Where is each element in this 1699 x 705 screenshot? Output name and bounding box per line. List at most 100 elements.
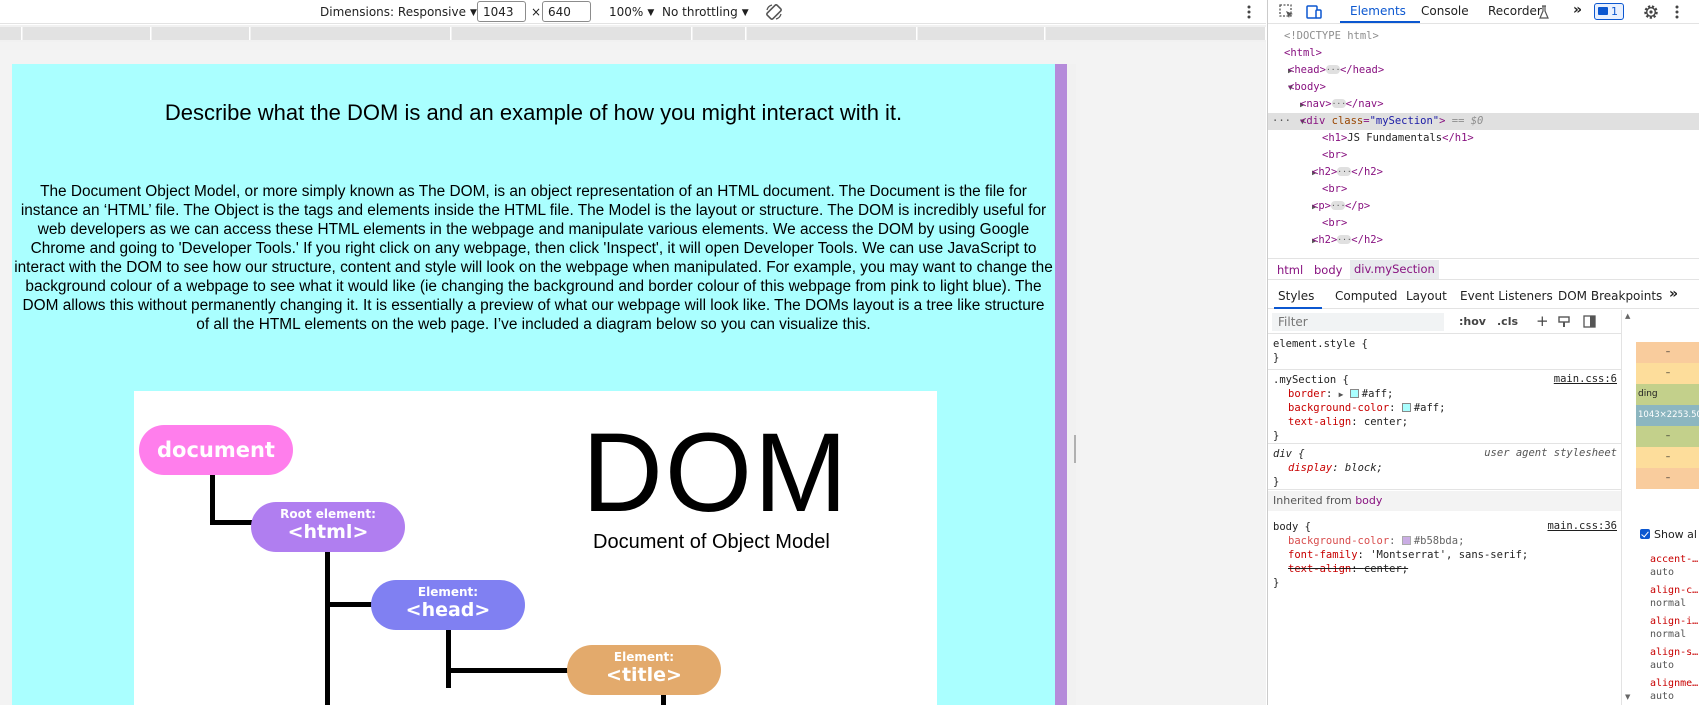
declaration-body-background-color[interactable]: background-color: #b58bda; [1288,534,1464,548]
more-tabs-button[interactable]: » [1669,286,1678,302]
source-link-main-css-36[interactable]: main.css:36 [1547,520,1617,532]
ruler-segment[interactable] [23,27,151,40]
height-input[interactable] [542,1,591,22]
computed-prop[interactable]: align-s… auto [1650,646,1698,672]
rule-div-user-agent[interactable]: div { user agent stylesheet display: blo… [1268,445,1621,490]
inspect-element-icon[interactable] [1278,3,1296,21]
tab-event-listeners[interactable]: Event Listeners [1460,289,1553,303]
tree-node-body[interactable]: ▼<body> [1268,79,1699,96]
declaration-display[interactable]: display: block; [1288,461,1383,475]
ellipsis-icon[interactable]: ··· [1337,167,1352,176]
selector-element-style[interactable]: element.style { [1273,337,1368,351]
tree-node-br[interactable]: <br> [1268,215,1699,232]
box-model-border-top[interactable]: – [1636,363,1699,384]
ruler-segment[interactable] [918,27,1045,40]
tab-dom-breakpoints[interactable]: DOM Breakpoints [1558,289,1662,303]
paint-brush-icon[interactable] [1558,316,1570,328]
styles-scrollbar[interactable]: ▲ ▼ [1621,310,1635,705]
more-options-icon[interactable] [1244,3,1254,21]
resize-handle[interactable] [1074,435,1076,463]
tab-computed[interactable]: Computed [1335,289,1397,303]
source-link-main-css-6[interactable]: main.css:6 [1554,373,1617,385]
declaration-text-align[interactable]: text-align: center; [1288,415,1408,429]
collapse-triangle-icon[interactable]: ▼ [1268,79,1293,96]
computed-prop[interactable]: align-c… normal [1650,584,1698,610]
expand-triangle-icon[interactable]: ▶ [1268,164,1317,181]
inherited-from-link[interactable]: body [1355,494,1382,507]
selector-body[interactable]: body { [1273,520,1311,534]
selector-mysection[interactable]: .mySection { [1273,373,1349,387]
show-all-checkbox[interactable]: Show al [1640,528,1697,541]
box-model-padding-bottom[interactable]: – [1636,426,1699,447]
tab-styles[interactable]: Styles [1278,289,1314,303]
hover-state-button[interactable]: :hov [1459,315,1486,328]
tree-node-nav[interactable]: ▶<nav>···</nav> [1268,96,1699,113]
color-swatch[interactable] [1401,403,1411,412]
throttling-dropdown[interactable]: No throttling ▼ [662,5,749,19]
breadcrumb-body[interactable]: body [1314,263,1342,277]
expand-triangle-icon[interactable]: ▶ [1268,232,1317,249]
ellipsis-icon[interactable]: ··· [1331,99,1346,108]
selector-div[interactable]: div { [1273,447,1305,461]
width-input[interactable] [477,1,526,22]
tab-recorder[interactable]: Recorder [1488,4,1542,18]
sidebar-toggle-icon[interactable] [1583,315,1596,328]
color-swatch[interactable] [1349,389,1359,398]
box-model-content-size[interactable]: 1043×2253.500 [1636,405,1699,426]
computed-prop[interactable]: accent-… auto [1650,553,1698,579]
device-toolbar-icon[interactable] [1305,3,1323,21]
box-model-margin-bottom[interactable]: – [1636,468,1699,489]
settings-gear-icon[interactable] [1642,3,1660,21]
expand-triangle-icon[interactable]: ▶ [1268,96,1305,113]
box-model-border-bottom[interactable]: – [1636,447,1699,468]
ruler-segment[interactable] [152,27,250,40]
filter-input[interactable] [1272,313,1444,331]
ruler-segment[interactable] [452,27,692,40]
page-scrollbar[interactable] [1067,64,1076,705]
computed-prop[interactable]: align-i… normal [1650,615,1698,641]
color-swatch[interactable] [1401,536,1411,545]
tree-node-div-selected[interactable]: ··· ▼<div class="mySection"> == $0 [1268,113,1699,130]
tab-elements[interactable]: Elements [1350,4,1406,18]
ruler-segment[interactable] [0,27,22,40]
tab-layout[interactable]: Layout [1406,289,1447,303]
declaration-body-text-align-overridden[interactable]: text-align: center; [1288,562,1408,576]
issues-badge[interactable]: 1 [1594,3,1624,20]
tree-node-h2[interactable]: ▶<h2>···</h2> [1268,164,1699,181]
tree-node-br[interactable]: <br> [1268,181,1699,198]
tree-node-head[interactable]: ▶<head>···</head> [1268,62,1699,79]
ellipsis-icon[interactable]: ··· [1325,65,1340,74]
declaration-background-color[interactable]: background-color: #aff; [1288,401,1445,415]
tab-console[interactable]: Console [1421,4,1469,18]
expand-triangle-icon[interactable]: ▶ [1268,62,1293,79]
declaration-font-family[interactable]: font-family: 'Montserrat', sans-serif; [1288,548,1528,562]
new-rule-plus-icon[interactable]: + [1536,312,1549,330]
media-query-ruler[interactable] [0,25,1266,42]
scroll-up-icon[interactable]: ▲ [1625,312,1630,320]
row-ellipsis-icon[interactable]: ··· [1272,113,1291,130]
expand-triangle-icon[interactable]: ▶ [1268,198,1317,215]
checkbox-checked-icon[interactable] [1640,529,1650,539]
tree-node-h2[interactable]: ▶<h2>···</h2> [1268,232,1699,249]
dimensions-dropdown[interactable]: Dimensions: Responsive ▼ [320,5,477,19]
breadcrumb-html[interactable]: html [1277,263,1303,277]
more-options-icon[interactable] [1672,3,1682,21]
declaration-border[interactable]: border: ▶ #aff; [1288,387,1393,401]
tree-node-br[interactable]: <br> [1268,147,1699,164]
tree-node-p[interactable]: ▶<p>···</p> [1268,198,1699,215]
ruler-segment[interactable] [693,27,746,40]
tree-node-doctype[interactable]: <!DOCTYPE html> [1268,28,1699,45]
ruler-segment[interactable] [1046,27,1266,40]
tree-node-html[interactable]: <html> [1268,45,1699,62]
tree-node-h1[interactable]: <h1>JS Fundamentals</h1> [1268,130,1699,147]
rule-mysection[interactable]: .mySection { main.css:6 border: ▶ #aff; … [1268,371,1621,444]
rule-element-style[interactable]: element.style { } [1268,335,1621,370]
scroll-down-icon[interactable]: ▼ [1625,693,1630,701]
zoom-dropdown[interactable]: 100% ▼ [609,5,654,19]
ellipsis-icon[interactable]: ··· [1337,235,1352,244]
expand-triangle-icon[interactable]: ▶ [1339,390,1344,399]
more-tabs-button[interactable]: » [1573,2,1582,18]
ruler-segment[interactable] [747,27,917,40]
ellipsis-icon[interactable]: ··· [1330,201,1345,210]
box-model-margin-top[interactable]: – [1636,342,1699,363]
